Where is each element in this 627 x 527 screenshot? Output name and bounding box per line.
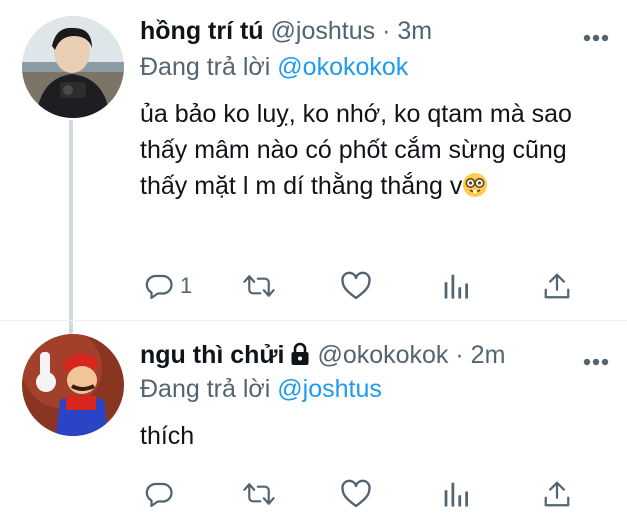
avatar[interactable]: [22, 334, 124, 436]
share-button[interactable]: [542, 266, 572, 306]
separator: ·: [455, 341, 464, 369]
reply-icon: [144, 479, 174, 509]
thread-line: [69, 120, 73, 334]
like-button[interactable]: [340, 474, 372, 514]
handle[interactable]: @joshtus: [271, 17, 376, 45]
reply-count: 1: [180, 273, 193, 298]
lock-icon: [290, 342, 310, 373]
like-button[interactable]: [340, 266, 372, 306]
tweet-actions: 1: [140, 266, 580, 306]
share-button[interactable]: [542, 474, 572, 514]
retweet-button[interactable]: [242, 266, 276, 306]
tweet-body: thích: [140, 422, 195, 450]
tweet-header: hồng trí tú @joshtus · 3m: [140, 16, 432, 46]
retweet-icon: [242, 479, 276, 509]
tweet-header: ngu thì chửi @okokokok · 2m: [140, 340, 505, 373]
tweet-text: thích: [140, 418, 600, 454]
timestamp[interactable]: 2m: [471, 341, 506, 369]
tweet-body: ủa bảo ko luỵ, ko nhớ, ko qtam mà sao th…: [140, 100, 572, 200]
analytics-button[interactable]: [442, 474, 470, 514]
analytics-button[interactable]: [442, 266, 470, 306]
mention-link[interactable]: @okokokok: [277, 53, 408, 81]
heart-icon: [340, 479, 372, 509]
tweet-text: ủa bảo ko luỵ, ko nhớ, ko qtam mà sao th…: [140, 96, 600, 208]
more-icon[interactable]: [583, 29, 609, 42]
display-name[interactable]: hồng trí tú: [140, 17, 264, 45]
avatar[interactable]: [22, 16, 124, 118]
handle[interactable]: @okokokok: [317, 341, 448, 369]
tweet[interactable]: hồng trí tú @joshtus · 3m Đang trả lời @…: [0, 0, 627, 334]
replying-label: Đang trả lời: [140, 53, 271, 81]
tweet-actions: [140, 474, 580, 514]
display-name[interactable]: ngu thì chửi: [140, 341, 284, 369]
more-icon[interactable]: [583, 353, 609, 366]
nerd-face-icon: [462, 172, 488, 208]
replying-to: Đang trả lời @okokokok: [140, 52, 408, 82]
replying-label: Đang trả lời: [140, 375, 271, 403]
mention-link[interactable]: @joshtus: [277, 375, 382, 403]
share-icon: [542, 271, 572, 301]
reply-icon: [144, 271, 174, 301]
retweet-icon: [242, 271, 276, 301]
replying-to: Đang trả lời @joshtus: [140, 374, 382, 404]
separator: ·: [382, 17, 391, 45]
reply-button[interactable]: [144, 474, 180, 514]
share-icon: [542, 479, 572, 509]
retweet-button[interactable]: [242, 474, 276, 514]
timestamp[interactable]: 3m: [397, 17, 432, 45]
analytics-icon: [442, 479, 470, 509]
analytics-icon: [442, 271, 470, 301]
reply-button[interactable]: 1: [144, 266, 192, 306]
heart-icon: [340, 271, 372, 301]
